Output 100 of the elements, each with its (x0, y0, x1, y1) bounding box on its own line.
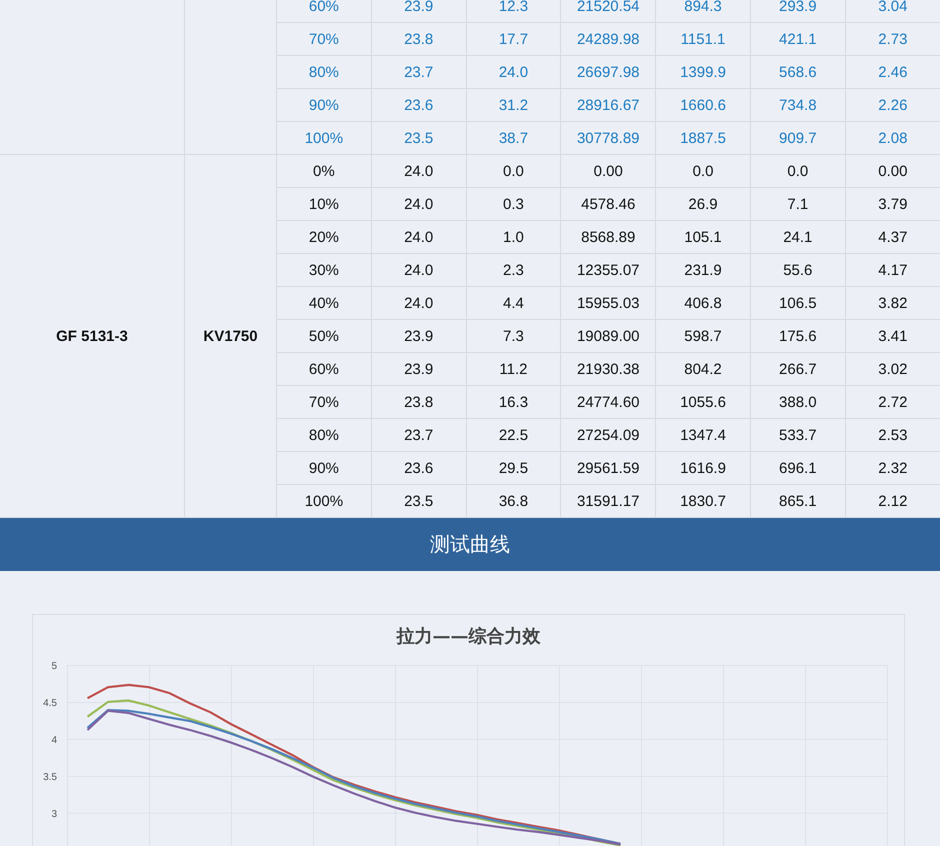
table-cell: 293.9 (750, 0, 846, 22)
table-cell: 10% (276, 188, 372, 220)
section-header: 测试曲线 (0, 518, 940, 571)
table-cell: 20% (276, 220, 372, 254)
table-cell: 30778.89 (560, 122, 656, 154)
table-cell: 2.3 (466, 254, 561, 286)
table-cell: 15955.03 (560, 286, 656, 320)
table-cell: 27254.09 (560, 418, 656, 452)
table-cell: 29561.59 (560, 452, 656, 484)
table-cell: 21520.54 (560, 0, 656, 22)
table-cell: 4578.46 (560, 188, 656, 220)
table-cell: 909.7 (750, 122, 846, 154)
table-cell: 90% (276, 452, 372, 484)
table-cell: 7.3 (466, 320, 561, 352)
table-cell: 598.7 (656, 320, 750, 352)
chart-title: 拉力——综合力效 (395, 625, 542, 649)
table-cell: 11.2 (466, 352, 561, 386)
table-cell: 24.0 (371, 220, 466, 254)
table-cell: 804.2 (656, 352, 750, 386)
table-cell: 231.9 (656, 254, 750, 286)
table-cell: 0.00 (560, 154, 656, 188)
table-cell: 24289.98 (560, 22, 656, 56)
table-cell: 28916.67 (560, 88, 656, 122)
table-cell: 24.0 (371, 188, 466, 220)
table-cell: 19089.00 (560, 320, 656, 352)
table-cell: 1151.1 (656, 22, 750, 56)
table-cell: 40% (276, 286, 372, 320)
table-cell: 21930.38 (560, 352, 656, 386)
table-cell: 12.3 (466, 0, 561, 22)
table-cell: 12355.07 (560, 254, 656, 286)
table-cell: 1399.9 (656, 56, 750, 88)
axis-tick-label: 4 (51, 734, 57, 746)
table-cell: 23.8 (371, 22, 466, 56)
table-cell: 0.0 (656, 154, 750, 188)
table-cell: 106.5 (750, 286, 846, 320)
axis-tick-label: 5 (51, 661, 57, 672)
table-cell: 23.6 (371, 452, 466, 484)
table-cell: 24.1 (750, 220, 846, 254)
table-cell: 30% (276, 254, 372, 286)
table-cell: 421.1 (750, 22, 846, 56)
table-cell: 406.8 (656, 286, 750, 320)
table-cell: 734.8 (750, 88, 846, 122)
table-cell: 894.3 (656, 0, 750, 22)
axis-tick-label: 4.5 (43, 698, 57, 709)
table-cell: 696.1 (750, 452, 846, 484)
table-cell: 105.1 (656, 220, 750, 254)
table-cell: 60% (276, 0, 372, 22)
table-cell: 60% (276, 352, 372, 386)
table-cell: 70% (276, 22, 372, 56)
table-cell: 175.6 (750, 320, 846, 352)
table-cell: 23.9 (371, 320, 466, 352)
table-cell: 568.6 (750, 56, 846, 88)
table-cell: 29.5 (466, 452, 561, 484)
table-cell: 1055.6 (656, 386, 750, 418)
table-cell: 0.0 (750, 154, 846, 188)
table-cell: 70% (276, 386, 372, 418)
table-cell: 0.3 (466, 188, 561, 220)
table-cell: 31.2 (466, 88, 561, 122)
table-cell: 3.04 (845, 0, 940, 22)
table-cell: 80% (276, 418, 372, 452)
table-cell: 26697.98 (560, 56, 656, 88)
axis-tick-label: 3 (51, 808, 57, 820)
table-cell: GF 5131-3 (56, 328, 128, 344)
table-cell: 1.0 (466, 220, 561, 254)
table-cell: 23.9 (371, 0, 466, 22)
table-cell: 100% (276, 122, 372, 154)
table-cell: 0.0 (466, 154, 561, 188)
table-cell: 24.0 (371, 154, 466, 188)
table-cell: 1347.4 (656, 418, 750, 452)
table-cell: 22.5 (466, 418, 561, 452)
table-cell: 533.7 (750, 418, 846, 452)
table-cell: 23.7 (371, 56, 466, 88)
table-cell: 266.7 (750, 352, 846, 386)
table-cell: 4.4 (466, 286, 561, 320)
table-cell: 7.1 (750, 188, 846, 220)
table-cell: 90% (276, 88, 372, 122)
table-cell: 23.6 (371, 88, 466, 122)
table-cell: 1616.9 (656, 452, 750, 484)
table-cell: 55.6 (750, 254, 846, 286)
table-cell: 24.0 (466, 56, 561, 88)
table-cell: 1887.5 (656, 122, 750, 154)
table-cell: 1660.6 (656, 88, 750, 122)
table-cell: 38.7 (466, 122, 561, 154)
table-cell: 23.9 (371, 352, 466, 386)
table-cell: 16.3 (466, 386, 561, 418)
table-cell: 80% (276, 56, 372, 88)
table-cell: 0% (276, 154, 372, 188)
axis-tick-label: 3.5 (43, 772, 57, 783)
table-cell: 23.7 (371, 418, 466, 452)
table-cell: 50% (276, 320, 372, 352)
table-cell: 26.9 (656, 188, 750, 220)
table-cell: 23.5 (371, 122, 466, 154)
table-cell: 388.0 (750, 386, 846, 418)
table-cell: 24.0 (371, 254, 466, 286)
table-cell: 24774.60 (560, 386, 656, 418)
table-cell: 17.7 (466, 22, 561, 56)
table-cell: 24.0 (371, 286, 466, 320)
table-cell: KV1750 (203, 328, 258, 344)
table-cell: 23.8 (371, 386, 466, 418)
table-cell: 8568.89 (560, 220, 656, 254)
